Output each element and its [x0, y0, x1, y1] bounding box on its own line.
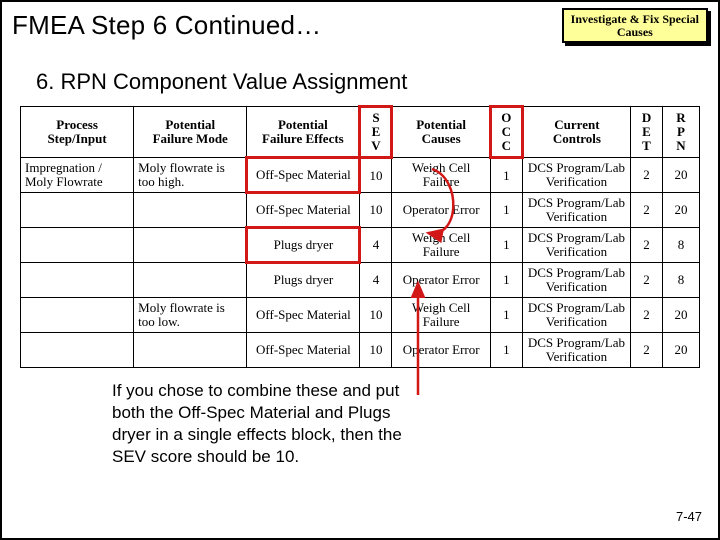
cell-det: 2 — [631, 228, 663, 263]
cell-causes: Weigh Cell Failure — [392, 228, 490, 263]
table-row: Off-Spec Material10Operator Error1DCS Pr… — [21, 193, 700, 228]
cell-occ: 1 — [490, 298, 522, 333]
cell-controls: DCS Program/Lab Verification — [522, 228, 630, 263]
cell-sev: 10 — [360, 193, 392, 228]
cell-mode: Moly flowrate is too high. — [134, 158, 247, 193]
col-effects: PotentialFailure Effects — [247, 107, 360, 158]
col-controls: CurrentControls — [522, 107, 630, 158]
col-rpn: RPN — [663, 107, 700, 158]
cell-controls: DCS Program/Lab Verification — [522, 193, 630, 228]
cell-occ: 1 — [490, 333, 522, 368]
table-header-row: ProcessStep/Input PotentialFailure Mode … — [21, 107, 700, 158]
cell-effects: Off-Spec Material — [247, 193, 360, 228]
cell-occ: 1 — [490, 193, 522, 228]
cell-mode — [134, 333, 247, 368]
table-row: Moly flowrate is too low.Off-Spec Materi… — [21, 298, 700, 333]
subheading: 6. RPN Component Value Assignment — [2, 41, 718, 105]
cell-causes: Operator Error — [392, 333, 490, 368]
col-process: ProcessStep/Input — [21, 107, 134, 158]
badge-investigate-causes: Investigate & Fix Special Causes — [562, 8, 708, 43]
cell-det: 2 — [631, 193, 663, 228]
cell-mode — [134, 228, 247, 263]
cell-occ: 1 — [490, 263, 522, 298]
col-causes: PotentialCauses — [392, 107, 490, 158]
cell-det: 2 — [631, 333, 663, 368]
cell-sev: 4 — [360, 228, 392, 263]
annotation-text: If you chose to combine these and put bo… — [2, 368, 432, 467]
cell-effects: Plugs dryer — [247, 263, 360, 298]
cell-controls: DCS Program/Lab Verification — [522, 298, 630, 333]
cell-controls: DCS Program/Lab Verification — [522, 263, 630, 298]
cell-sev: 4 — [360, 263, 392, 298]
page-number: 7-47 — [676, 509, 702, 524]
cell-causes: Operator Error — [392, 193, 490, 228]
cell-process — [21, 263, 134, 298]
cell-mode — [134, 263, 247, 298]
cell-rpn: 20 — [663, 193, 700, 228]
cell-occ: 1 — [490, 228, 522, 263]
cell-rpn: 20 — [663, 298, 700, 333]
cell-process — [21, 193, 134, 228]
cell-process — [21, 298, 134, 333]
cell-sev: 10 — [360, 158, 392, 193]
fmea-table-wrap: ProcessStep/Input PotentialFailure Mode … — [20, 105, 700, 368]
cell-causes: Operator Error — [392, 263, 490, 298]
cell-rpn: 20 — [663, 333, 700, 368]
cell-det: 2 — [631, 158, 663, 193]
cell-occ: 1 — [490, 158, 522, 193]
cell-process — [21, 228, 134, 263]
table-row: Plugs dryer4Operator Error1DCS Program/L… — [21, 263, 700, 298]
cell-det: 2 — [631, 298, 663, 333]
cell-rpn: 8 — [663, 228, 700, 263]
cell-mode: Moly flowrate is too low. — [134, 298, 247, 333]
col-det: DET — [631, 107, 663, 158]
cell-controls: DCS Program/Lab Verification — [522, 158, 630, 193]
cell-controls: DCS Program/Lab Verification — [522, 333, 630, 368]
cell-effects: Off-Spec Material — [247, 298, 360, 333]
cell-rpn: 8 — [663, 263, 700, 298]
table-row: Off-Spec Material10Operator Error1DCS Pr… — [21, 333, 700, 368]
table-row: Impregnation / Moly FlowrateMoly flowrat… — [21, 158, 700, 193]
cell-rpn: 20 — [663, 158, 700, 193]
table-row: Plugs dryer4Weigh Cell Failure1DCS Progr… — [21, 228, 700, 263]
cell-effects: Off-Spec Material — [247, 333, 360, 368]
fmea-table: ProcessStep/Input PotentialFailure Mode … — [20, 105, 700, 368]
cell-effects: Plugs dryer — [247, 228, 360, 263]
cell-process — [21, 333, 134, 368]
cell-det: 2 — [631, 263, 663, 298]
cell-sev: 10 — [360, 298, 392, 333]
cell-effects: Off-Spec Material — [247, 158, 360, 193]
table-body: Impregnation / Moly FlowrateMoly flowrat… — [21, 158, 700, 368]
cell-sev: 10 — [360, 333, 392, 368]
cell-causes: Weigh Cell Failure — [392, 298, 490, 333]
cell-process: Impregnation / Moly Flowrate — [21, 158, 134, 193]
col-occ: OCC — [490, 107, 522, 158]
cell-causes: Weigh Cell Failure — [392, 158, 490, 193]
col-mode: PotentialFailure Mode — [134, 107, 247, 158]
badge-line2: Causes — [617, 25, 653, 39]
cell-mode — [134, 193, 247, 228]
col-sev: SEV — [360, 107, 392, 158]
